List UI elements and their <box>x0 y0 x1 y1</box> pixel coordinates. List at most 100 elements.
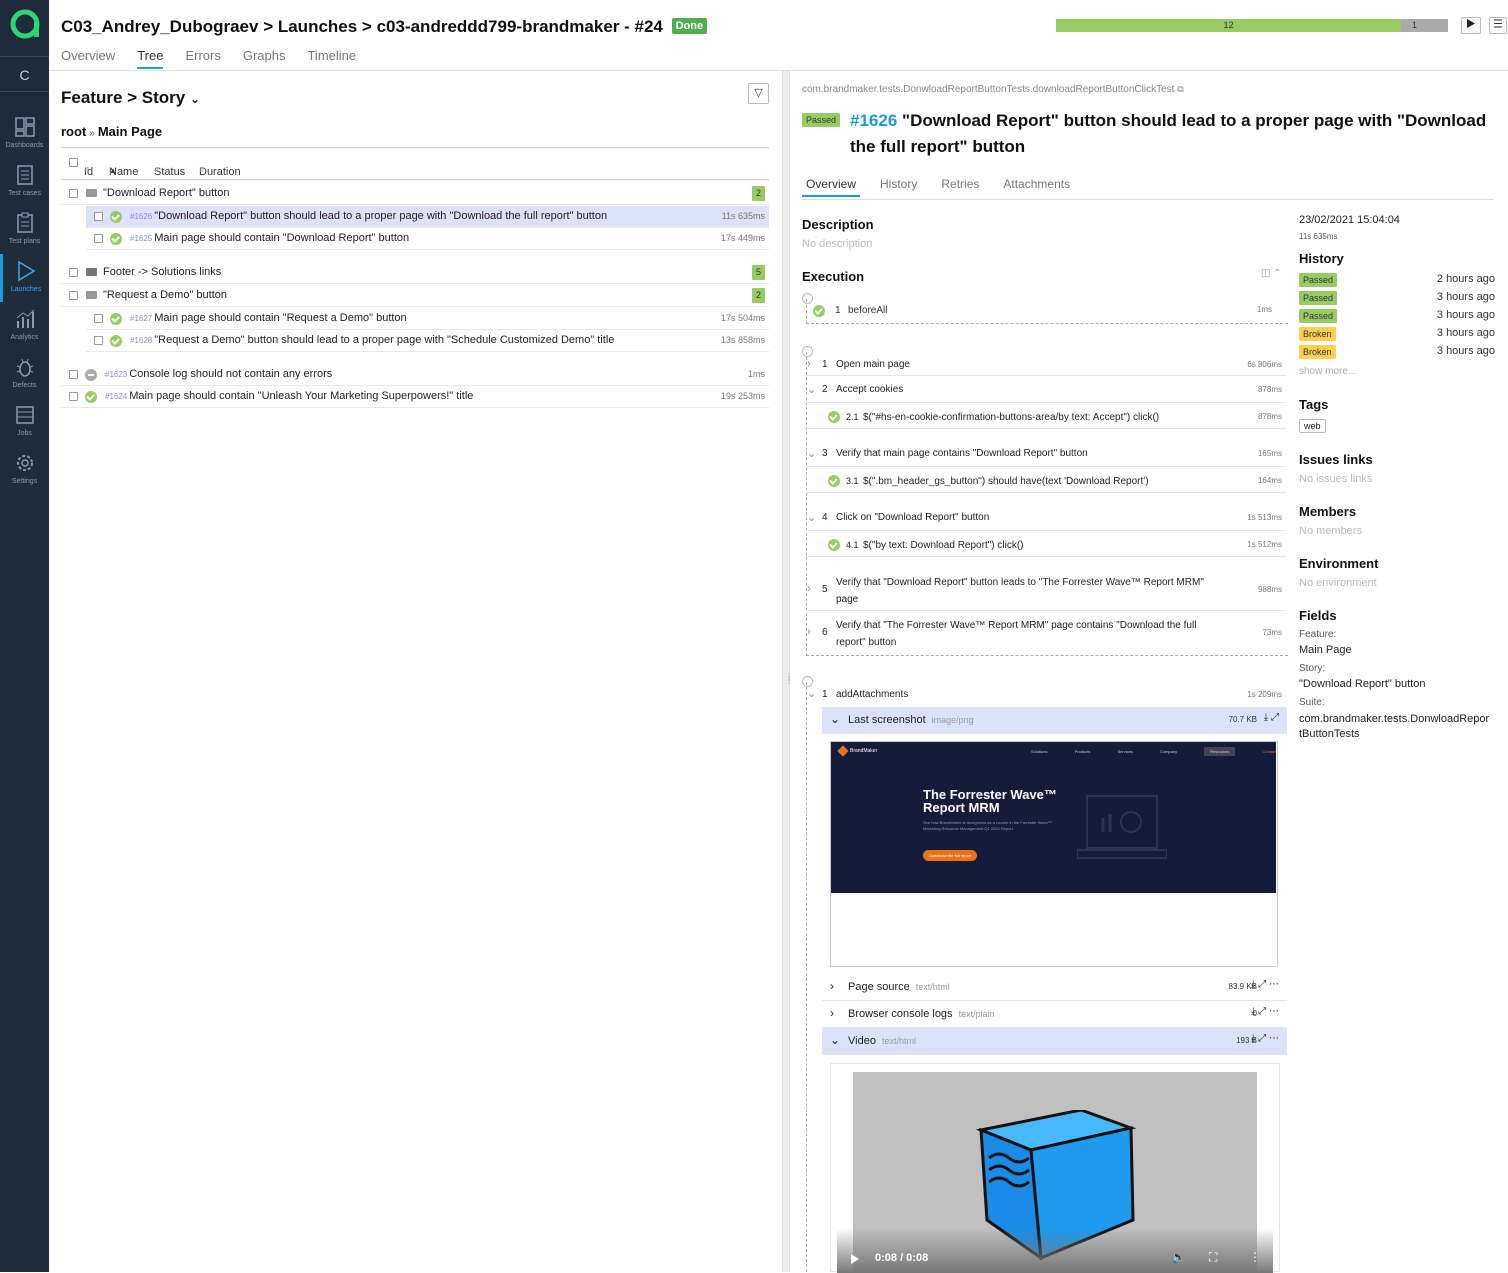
step[interactable]: ⌄ 2 Accept cookies 878ms <box>806 379 1286 403</box>
history-item[interactable]: Passed 3 hours ago <box>1299 290 1495 306</box>
attachment-mime: text/html <box>915 982 950 992</box>
screenshot-preview[interactable]: BrandMaker Solutions Products Services C… <box>830 741 1278 967</box>
nav-jobs[interactable]: Jobs <box>0 398 49 446</box>
row-checkbox[interactable] <box>94 212 103 221</box>
project-switcher-button[interactable]: C <box>0 56 49 92</box>
nav-defects[interactable]: Defects <box>0 350 49 398</box>
tab-tree[interactable]: Tree <box>137 48 164 69</box>
nav-analytics[interactable]: Analytics <box>0 302 49 350</box>
video-player[interactable]: 0:08 / 0:08 🔈 ⛶ ⋮ <box>830 1063 1280 1273</box>
tree-test-row[interactable]: #1626 "Download Report" button should lea… <box>86 206 769 228</box>
nav-test-cases[interactable]: Test cases <box>0 158 49 206</box>
download-icon[interactable]: ⤓ <box>1251 1006 1255 1017</box>
chevron-right-icon: › <box>807 358 811 370</box>
copy-icon[interactable]: ⧉ <box>1177 84 1183 94</box>
history-item[interactable]: Broken 3 hours ago <box>1299 344 1495 360</box>
panel-splitter[interactable]: ⋮ ⋮ <box>782 71 793 1272</box>
history-item[interactable]: Passed 2 hours ago <box>1299 272 1495 288</box>
tree-test-row[interactable]: #1627 Main page should contain "Request a… <box>86 308 769 330</box>
expand-icon[interactable]: ⤢ <box>1258 1033 1266 1044</box>
breadcrumb-project[interactable]: C03_Andrey_Dubograev <box>61 17 258 36</box>
attachment-row[interactable]: › Page source text/html 83.9 KB ⤓ ⤢ ⋯ <box>822 974 1287 1001</box>
tab-attachments[interactable]: Attachments <box>999 176 1074 195</box>
step[interactable]: › 6 Verify that "The Forrester Wave™ Repor… <box>806 614 1286 654</box>
play-icon[interactable] <box>851 1254 859 1264</box>
execution-controls[interactable]: ◫ ⌃ <box>1261 268 1282 279</box>
tab-overview[interactable]: Overview <box>802 176 861 197</box>
select-all-checkbox[interactable] <box>69 158 78 167</box>
step[interactable]: › 1 Open main page 6s 806ms <box>806 354 1286 376</box>
tree-test-row[interactable]: #1624 Main page should contain "Unleash Y… <box>61 386 769 408</box>
row-checkbox[interactable] <box>94 234 103 243</box>
expand-all-icon[interactable]: ◫ <box>1261 268 1270 279</box>
row-checkbox[interactable] <box>69 189 78 198</box>
play-button[interactable] <box>1461 17 1481 34</box>
tab-graphs[interactable]: Graphs <box>243 48 286 67</box>
row-checkbox[interactable] <box>94 336 103 345</box>
row-checkbox[interactable] <box>69 392 78 401</box>
attachment-actions[interactable]: ⤓ ⤢ ⋯ <box>1251 1006 1279 1017</box>
history-item[interactable]: Broken 3 hours ago <box>1299 326 1495 342</box>
tree-group[interactable]: "Request a Demo" button 2 <box>61 285 769 307</box>
row-checkbox[interactable] <box>94 314 103 323</box>
tab-retries[interactable]: Retries <box>937 176 983 195</box>
test-id[interactable]: #1626 <box>850 111 897 130</box>
more-icon[interactable]: ⋯ <box>1269 1033 1279 1044</box>
show-more-link[interactable]: show more... <box>1299 366 1356 377</box>
expand-icon[interactable]: ⤢ <box>1271 712 1279 723</box>
attachment-mime: text/plain <box>958 1009 995 1019</box>
row-checkbox[interactable] <box>69 291 78 300</box>
screenshot-brand: BrandMaker <box>850 748 878 754</box>
step[interactable]: ⌄ 1 addAttachments 1s 209ms <box>806 683 1286 707</box>
step[interactable]: ⌄ 3 Verify that main page contains "Downlo… <box>806 443 1286 467</box>
chevron-right-icon: › <box>807 583 811 595</box>
breadcrumb-root[interactable]: root <box>61 124 86 139</box>
expand-icon[interactable]: ⤢ <box>1258 1006 1266 1017</box>
tree-test-row[interactable]: #1628 "Request a Demo" button should lead… <box>86 330 769 352</box>
tree-test-row[interactable]: #1623 Console log should not contain any … <box>61 364 769 386</box>
fullscreen-icon[interactable]: ⛶ <box>1209 1250 1217 1265</box>
tab-errors[interactable]: Errors <box>185 48 220 67</box>
volume-icon[interactable]: 🔈 <box>1171 1250 1186 1264</box>
attachment-row[interactable]: ⌄ Video text/html 193 B ⤓ ⤢ ⋯ <box>822 1028 1287 1055</box>
tab-timeline[interactable]: Timeline <box>307 48 356 67</box>
laptop-illustration-icon <box>1077 795 1167 859</box>
attachment-actions[interactable]: ⤓ ⤢ ⋯ <box>1251 1033 1279 1044</box>
attachment-row[interactable]: ⌄ Last screenshot image/png 70.7 KB ⤓ ⤢ <box>822 707 1287 734</box>
tree-test-row[interactable]: #1625 Main page should contain "Download … <box>86 228 769 250</box>
attachment-actions[interactable]: ⤓ ⤢ ⋯ <box>1251 979 1279 990</box>
grouping-selector[interactable]: Feature > Story ⌄ <box>61 88 200 108</box>
menu-button[interactable] <box>1489 17 1507 34</box>
attachment-actions[interactable]: ⤓ ⤢ <box>1264 712 1279 723</box>
more-icon[interactable]: ⋯ <box>1269 1006 1279 1017</box>
nav-launches[interactable]: Launches <box>0 254 49 302</box>
history-item[interactable]: Passed 3 hours ago <box>1299 308 1495 324</box>
allure-logo-icon[interactable] <box>9 8 41 40</box>
tab-overview[interactable]: Overview <box>61 48 115 67</box>
expand-icon[interactable]: ⤢ <box>1258 979 1266 990</box>
more-icon[interactable]: ⋯ <box>1269 979 1279 990</box>
sort-asc-icon: ▲ <box>109 166 117 175</box>
row-checkbox[interactable] <box>69 268 78 277</box>
tree-group[interactable]: Footer -> Solutions links 5 <box>61 262 769 284</box>
step[interactable]: › 5 Verify that "Download Report" button l… <box>806 571 1286 611</box>
download-icon[interactable]: ⤓ <box>1251 1033 1255 1044</box>
collapse-icon[interactable]: ⌃ <box>1273 268 1281 279</box>
before-fixtures: 1 beforeAll 1ms <box>806 299 1288 324</box>
download-icon[interactable]: ⤓ <box>1264 712 1268 723</box>
more-vertical-icon[interactable]: ⋮ <box>1249 1250 1261 1264</box>
tag-badge[interactable]: web <box>1299 419 1326 433</box>
tree-column-header: Id ⇵ Name ▲ Status ⇵ Duration ⇵ <box>61 147 769 180</box>
row-checkbox[interactable] <box>69 370 78 379</box>
tree-group[interactable]: "Download Report" button 2 <box>61 183 769 205</box>
nav-settings[interactable]: Settings <box>0 446 49 494</box>
screenshot-body: See how BrandMaker is recognized as a Le… <box>923 820 1052 831</box>
nav-dashboards[interactable]: Dashboards <box>0 110 49 158</box>
download-icon[interactable]: ⤓ <box>1251 979 1255 990</box>
filter-button[interactable]: ▽ <box>748 83 769 104</box>
attachment-row[interactable]: › Browser console logs text/plain 0 ⤓ ⤢ ⋯ <box>822 1001 1287 1028</box>
breadcrumb-launches[interactable]: Launches <box>278 17 357 36</box>
step[interactable]: ⌄ 4 Click on "Download Report" button 1s 51… <box>806 507 1286 531</box>
tab-history[interactable]: History <box>876 176 921 195</box>
nav-test-plans[interactable]: Test plans <box>0 206 49 254</box>
